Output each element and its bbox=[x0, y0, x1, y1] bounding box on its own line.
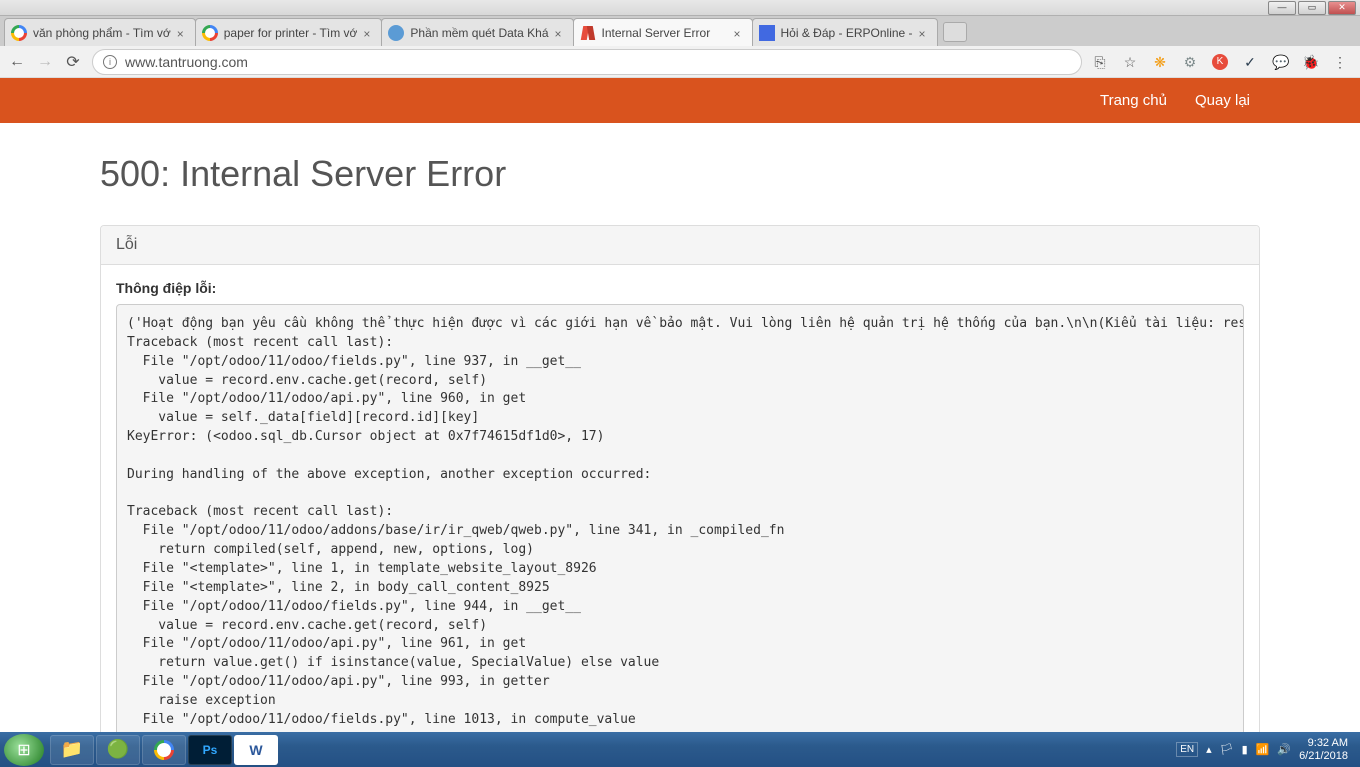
browser-tab-bar: văn phòng phẩm - Tìm vớ × paper for prin… bbox=[0, 16, 1360, 46]
panel-heading: Lỗi bbox=[101, 226, 1259, 265]
language-indicator[interactable]: EN bbox=[1176, 742, 1198, 757]
error-traceback: ('Hoạt động bạn yêu cầu không thể thực h… bbox=[116, 304, 1244, 759]
close-icon[interactable]: × bbox=[734, 27, 746, 39]
error-message-label: Thông điệp lỗi: bbox=[116, 280, 1244, 296]
tray-network-icon[interactable]: 📶 bbox=[1256, 743, 1270, 756]
back-button[interactable]: ← bbox=[8, 53, 26, 71]
close-icon[interactable]: × bbox=[919, 27, 931, 39]
page-content: 500: Internal Server Error Lỗi Thông điệ… bbox=[0, 123, 1360, 763]
window-maximize-button[interactable]: ▭ bbox=[1298, 1, 1326, 15]
extension-icon[interactable]: 💬 bbox=[1272, 54, 1288, 70]
error-panel: Lỗi Thông điệp lỗi: ('Hoạt động bạn yêu … bbox=[100, 225, 1260, 763]
extension-icon[interactable]: 🐞 bbox=[1302, 54, 1318, 70]
translate-icon[interactable]: ⎘ bbox=[1092, 54, 1108, 70]
bookmark-icon[interactable]: ☆ bbox=[1122, 54, 1138, 70]
browser-tab[interactable]: Phần mềm quét Data Khá × bbox=[381, 18, 573, 46]
site-icon bbox=[388, 25, 404, 41]
clock-time: 9:32 AM bbox=[1299, 737, 1348, 750]
extension-icon[interactable]: ✓ bbox=[1242, 54, 1258, 70]
window-titlebar: — ▭ ✕ bbox=[0, 0, 1360, 16]
taskbar-photoshop-icon[interactable]: Ps bbox=[188, 735, 232, 765]
close-icon[interactable]: × bbox=[363, 27, 375, 39]
url-text: www.tantruong.com bbox=[125, 54, 248, 70]
tab-title: Internal Server Error bbox=[602, 26, 728, 40]
site-navbar: Trang chủ Quay lại bbox=[0, 78, 1360, 123]
extension-icon[interactable]: K bbox=[1212, 54, 1228, 70]
tray-volume-icon[interactable]: 🔊 bbox=[1277, 743, 1291, 756]
tray-flag-icon[interactable]: 🏳 bbox=[1220, 743, 1234, 756]
start-button[interactable]: ⊞ bbox=[4, 734, 44, 766]
taskbar-chrome-icon[interactable] bbox=[142, 735, 186, 765]
tab-title: Hỏi & Đáp - ERPOnline - bbox=[781, 26, 913, 40]
menu-icon[interactable]: ⋮ bbox=[1332, 54, 1348, 70]
tab-title: Phần mềm quét Data Khá bbox=[410, 26, 548, 40]
extension-icons: ⎘ ☆ ❋ ⚙ K ✓ 💬 🐞 ⋮ bbox=[1092, 54, 1352, 70]
system-tray: EN ▴ 🏳 ▮ 📶 🔊 9:32 AM 6/21/2018 bbox=[1176, 737, 1356, 763]
taskbar-explorer-icon[interactable]: 📁 bbox=[50, 735, 94, 765]
google-icon bbox=[202, 25, 218, 41]
taskbar-clock[interactable]: 9:32 AM 6/21/2018 bbox=[1299, 737, 1348, 763]
clock-date: 6/21/2018 bbox=[1299, 750, 1348, 763]
tab-title: paper for printer - Tìm vớ bbox=[224, 26, 358, 40]
reload-button[interactable]: ⟳ bbox=[64, 53, 82, 71]
panel-body: Thông điệp lỗi: ('Hoạt động bạn yêu cầu … bbox=[101, 265, 1259, 763]
odoo-icon bbox=[580, 25, 596, 41]
address-bar[interactable]: i www.tantruong.com bbox=[92, 49, 1082, 75]
close-icon[interactable]: × bbox=[177, 27, 189, 39]
browser-tab[interactable]: văn phòng phẩm - Tìm vớ × bbox=[4, 18, 196, 46]
browser-toolbar: ← → ⟳ i www.tantruong.com ⎘ ☆ ❋ ⚙ K ✓ 💬 … bbox=[0, 46, 1360, 78]
extension-icon[interactable]: ⚙ bbox=[1182, 54, 1198, 70]
extension-icon[interactable]: ❋ bbox=[1152, 54, 1168, 70]
tray-battery-icon[interactable]: ▮ bbox=[1242, 743, 1248, 756]
new-tab-button[interactable] bbox=[943, 22, 967, 42]
google-icon bbox=[11, 25, 27, 41]
tab-title: văn phòng phẩm - Tìm vớ bbox=[33, 26, 171, 40]
taskbar-app-icon[interactable]: 🟢 bbox=[96, 735, 140, 765]
windows-taskbar: ⊞ 📁 🟢 Ps W EN ▴ 🏳 ▮ 📶 🔊 9:32 AM 6/21/201… bbox=[0, 732, 1360, 767]
forward-button[interactable]: → bbox=[36, 53, 54, 71]
site-info-icon[interactable]: i bbox=[103, 55, 117, 69]
browser-tab[interactable]: paper for printer - Tìm vớ × bbox=[195, 18, 383, 46]
browser-tab-active[interactable]: Internal Server Error × bbox=[573, 18, 753, 46]
window-close-button[interactable]: ✕ bbox=[1328, 1, 1356, 15]
page-title: 500: Internal Server Error bbox=[100, 153, 1260, 195]
nav-back-link[interactable]: Quay lại bbox=[1195, 92, 1250, 109]
nav-home-link[interactable]: Trang chủ bbox=[1100, 92, 1167, 109]
window-minimize-button[interactable]: — bbox=[1268, 1, 1296, 15]
site-icon bbox=[759, 25, 775, 41]
close-icon[interactable]: × bbox=[555, 27, 567, 39]
browser-tab[interactable]: Hỏi & Đáp - ERPOnline - × bbox=[752, 18, 938, 46]
tray-chevron-up-icon[interactable]: ▴ bbox=[1206, 743, 1212, 756]
taskbar-word-icon[interactable]: W bbox=[234, 735, 278, 765]
